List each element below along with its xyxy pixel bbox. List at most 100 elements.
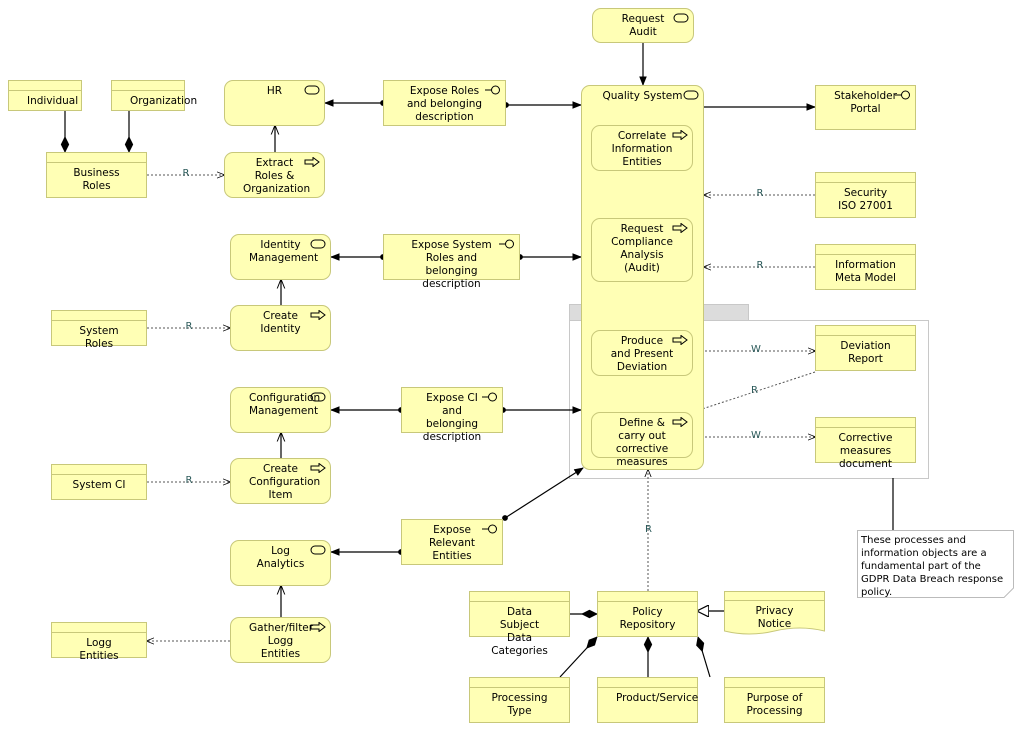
relationship-label-read: R — [185, 321, 193, 332]
relationship-label-read: R — [182, 168, 190, 179]
element-label: Data Subject Data Categories — [491, 606, 548, 657]
interface-icon — [895, 90, 910, 100]
element-info-meta-model[interactable]: Information Meta Model — [815, 244, 916, 290]
process-arrow-icon — [310, 463, 326, 473]
interface-icon — [482, 524, 497, 534]
relationship-label-read: R — [185, 475, 193, 486]
service-icon — [683, 90, 699, 100]
process-arrow-icon — [310, 622, 326, 632]
element-security-iso[interactable]: Security ISO 27001 — [815, 172, 916, 218]
relationship-label-read: R — [645, 523, 652, 535]
element-expose-roles[interactable]: Expose Roles and belonging description — [383, 80, 506, 126]
element-request-compliance[interactable]: Request Compliance Analysis (Audit) — [591, 218, 693, 282]
relationship[interactable] — [696, 636, 711, 678]
element-label: HR — [266, 85, 283, 97]
element-label: Identity Management — [249, 239, 319, 264]
service-icon — [310, 545, 326, 555]
relationship-label-write: W — [751, 344, 761, 355]
element-label: Individual — [27, 95, 79, 107]
element-individual[interactable]: Individual — [8, 80, 82, 111]
element-define-corrective[interactable]: Define & carry out corrective measures — [591, 412, 693, 468]
service-icon — [310, 239, 326, 249]
element-label: System CI — [72, 479, 126, 491]
interface-icon — [499, 239, 514, 249]
element-label: Product/Service — [616, 692, 699, 704]
element-label: Expose Relevant Entities — [428, 524, 476, 562]
element-label: Expose System Roles and belonging descri… — [411, 239, 492, 290]
element-organization[interactable]: Organization — [111, 80, 197, 111]
element-label: System Roles — [79, 325, 119, 350]
element-label: Request Compliance Analysis (Audit) — [611, 223, 673, 274]
relationship-label-read: R — [756, 188, 764, 199]
element-label: Organization — [130, 95, 198, 107]
element-expose-system-roles[interactable]: Expose System Roles and belonging descri… — [383, 234, 520, 290]
element-label: Produce and Present Deviation — [610, 335, 674, 373]
element-label: Define & carry out corrective measures — [615, 417, 669, 468]
process-arrow-icon — [672, 335, 688, 345]
element-produce-deviation[interactable]: Produce and Present Deviation — [591, 330, 693, 376]
element-label: Log Analytics — [256, 545, 305, 570]
process-arrow-icon — [672, 417, 688, 427]
element-deviation-report[interactable]: Deviation Report — [815, 325, 916, 371]
element-system-ci[interactable]: System CI — [51, 464, 147, 500]
archimate-diagram: Request Audit Individual Organization Busin… — [0, 0, 1023, 732]
element-product-service[interactable]: Product/Service — [597, 677, 698, 723]
element-request-audit[interactable]: Request Audit — [592, 8, 694, 43]
element-system-roles[interactable]: System Roles — [51, 310, 147, 350]
element-expose-ci[interactable]: Expose CI and belonging description — [401, 387, 503, 443]
element-gather-filter[interactable]: Gather/filter Logg Entities — [230, 617, 331, 663]
service-icon — [673, 13, 689, 23]
element-config-mgmt[interactable]: Configuration Management — [230, 387, 331, 433]
element-privacy-notice[interactable]: Privacy Notice — [724, 591, 825, 637]
element-extract-roles[interactable]: Extract Roles & Organization — [224, 152, 325, 198]
relationship-label-read: R — [751, 385, 758, 396]
element-label: Business Roles — [73, 167, 120, 192]
element-label: Correlate Information Entities — [611, 130, 673, 168]
element-label: Security ISO 27001 — [838, 187, 893, 212]
relationship-label-read: R — [756, 260, 764, 271]
element-label: Processing Type — [491, 692, 548, 717]
element-log-analytics[interactable]: Log Analytics — [230, 540, 331, 586]
element-label: Expose CI and belonging description — [422, 392, 482, 443]
element-label: Privacy Notice — [755, 605, 794, 630]
element-label: Information Meta Model — [835, 259, 896, 284]
interface-icon — [485, 85, 500, 95]
element-label: Quality System — [602, 90, 683, 102]
interface-icon — [482, 392, 497, 402]
element-label: Deviation Report — [840, 340, 891, 365]
element-expose-relevant[interactable]: Expose Relevant Entities — [401, 519, 503, 565]
process-arrow-icon — [672, 130, 688, 140]
element-label: Gather/filter Logg Entities — [249, 622, 314, 660]
element-label: Corrective measures document — [838, 432, 893, 470]
service-icon — [304, 85, 320, 95]
element-label: Extract Roles & Organization — [243, 157, 311, 195]
note[interactable]: These processes and information objects … — [857, 530, 1014, 598]
element-identity-mgmt[interactable]: Identity Management — [230, 234, 331, 280]
element-label: Logg Entities — [79, 637, 119, 662]
element-processing-type[interactable]: Processing Type — [469, 677, 570, 723]
element-purpose-processing[interactable]: Purpose of Processing — [724, 677, 825, 723]
element-policy-repo[interactable]: Policy Repository — [597, 591, 698, 637]
process-arrow-icon — [304, 157, 320, 167]
relationship-label-write: W — [751, 430, 761, 441]
element-label: Expose Roles and belonging description — [406, 85, 483, 123]
element-label: Stakeholder Portal — [834, 90, 897, 115]
element-create-identity[interactable]: Create Identity — [230, 305, 331, 351]
element-label: Policy Repository — [619, 606, 676, 631]
element-business-roles[interactable]: Business Roles — [46, 152, 147, 198]
element-hr[interactable]: HR — [224, 80, 325, 126]
element-correlate[interactable]: Correlate Information Entities — [591, 125, 693, 171]
relationship[interactable] — [502, 467, 584, 521]
element-label: Request Audit — [621, 13, 665, 38]
process-arrow-icon — [672, 223, 688, 233]
element-create-config-item[interactable]: Create Configuration Item — [230, 458, 331, 504]
relationship[interactable] — [559, 636, 598, 678]
element-logg-entities[interactable]: Logg Entities — [51, 622, 147, 662]
element-stakeholder-portal[interactable]: Stakeholder Portal — [815, 85, 916, 130]
element-data-subject[interactable]: Data Subject Data Categories — [469, 591, 570, 657]
process-arrow-icon — [310, 310, 326, 320]
service-icon — [310, 392, 326, 402]
element-corrective-doc[interactable]: Corrective measures document — [815, 417, 916, 470]
element-label: Purpose of Processing — [746, 692, 803, 717]
element-label: Create Identity — [260, 310, 301, 335]
